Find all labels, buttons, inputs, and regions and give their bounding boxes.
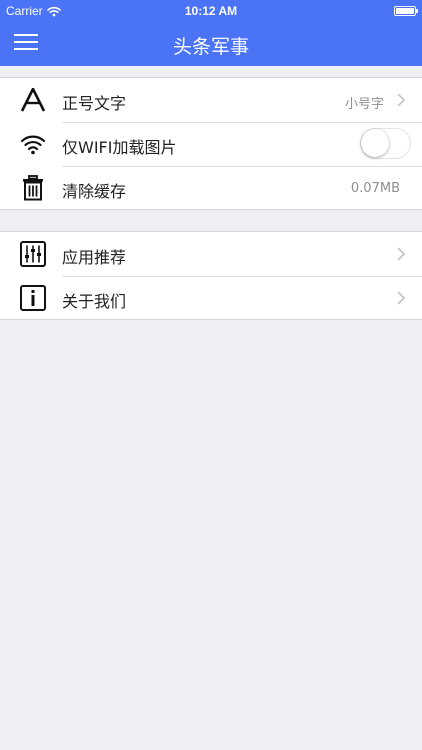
settings-row-wifi-images: 仅WIFI加载图片 [0, 122, 422, 166]
settings-row-app-recommend[interactable]: 应用推荐 [0, 232, 422, 276]
toggle-knob [361, 129, 389, 157]
about-us-label: 关于我们 [62, 292, 127, 311]
chevron-right-icon [397, 247, 406, 261]
wifi-images-label: 仅WIFI加载图片 [62, 138, 177, 157]
app-recommend-label: 应用推荐 [62, 248, 127, 267]
wifi-icon [20, 131, 46, 157]
sliders-icon [20, 241, 46, 267]
trash-icon [20, 175, 46, 201]
status-bar: Carrier 10:12 AM [0, 0, 422, 22]
font-size-value: 小号字 [344, 97, 384, 112]
clear-cache-label: 清除缓存 [62, 182, 127, 201]
settings-group-display: 正号文字 小号字 仅WIFI加载图片 清除缓存 0.07MB [0, 77, 422, 210]
settings-row-font-size[interactable]: 正号文字 小号字 [0, 78, 422, 122]
cache-size-value: 0.07MB [350, 181, 400, 196]
settings-group-about: 应用推荐 关于我们 [0, 231, 422, 320]
info-icon [20, 285, 46, 311]
status-time: 10:12 AM [184, 4, 238, 18]
page-title: 头条军事 [172, 36, 249, 58]
font-a-icon [20, 87, 46, 113]
settings-row-clear-cache[interactable]: 清除缓存 0.07MB [0, 166, 422, 210]
wifi-images-toggle[interactable] [360, 128, 411, 159]
chevron-right-icon [397, 291, 406, 305]
navigation-bar: 头条军事 [0, 22, 422, 66]
battery-icon [394, 6, 418, 16]
chevron-right-icon [397, 93, 406, 107]
font-size-label: 正号文字 [62, 94, 127, 113]
top-bar: Carrier 10:12 AM 头条军事 [0, 0, 422, 66]
settings-row-about-us[interactable]: 关于我们 [0, 276, 422, 320]
